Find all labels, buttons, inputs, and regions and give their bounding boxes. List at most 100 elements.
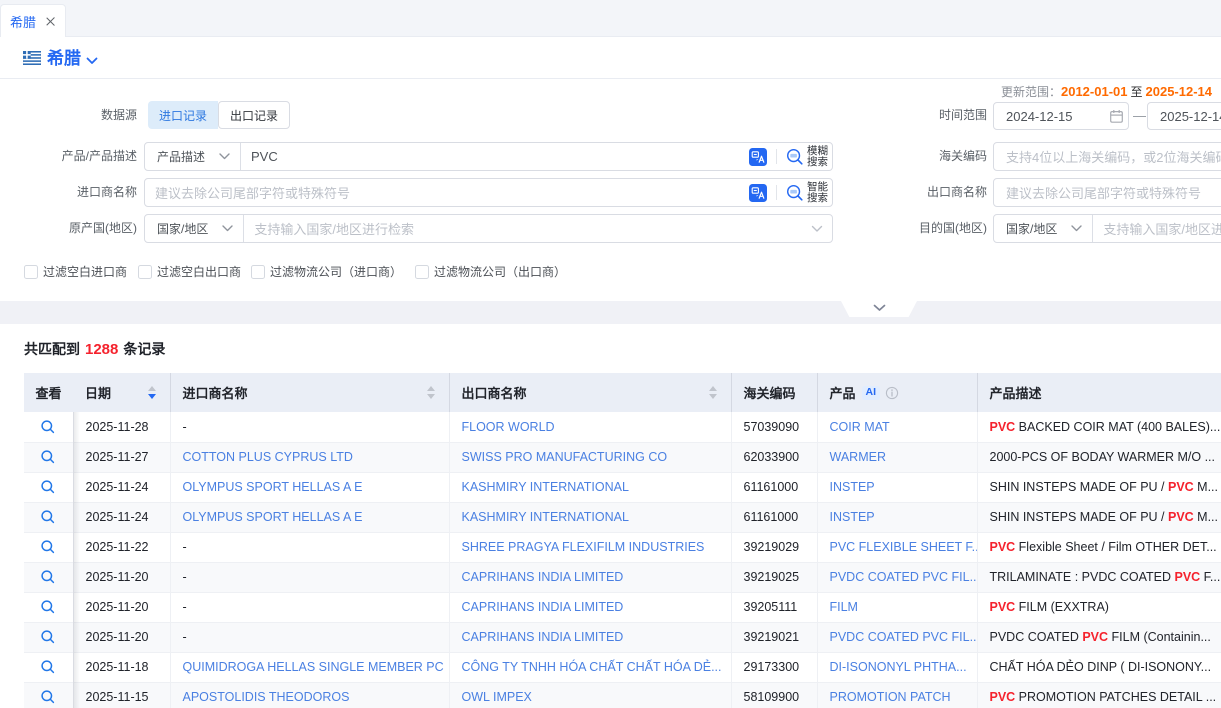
tab-close-icon[interactable]	[45, 16, 56, 27]
exporter-link[interactable]: KASHMIRY INTERNATIONAL	[462, 480, 629, 494]
view-record-icon[interactable]	[40, 449, 56, 465]
filter-checkbox-2[interactable]: 过滤物流公司（进口商）	[251, 264, 402, 280]
importer-cell: COTTON PLUS CYPRUS LTD	[170, 442, 449, 472]
origin-input[interactable]: 支持输入国家/地区进行检索	[244, 219, 811, 238]
column-header-2[interactable]: 进口商名称	[170, 373, 449, 412]
origin-label: 原产国(地区)	[0, 214, 137, 243]
view-record-icon[interactable]	[40, 509, 56, 525]
exporter-link[interactable]: CAPRIHANS INDIA LIMITED	[462, 630, 624, 644]
filter-checkbox-3[interactable]: 过滤物流公司（出口商）	[415, 264, 566, 280]
exporter-link[interactable]: SHREE PRAGYA FLEXIFILM INDUSTRIES	[462, 540, 705, 554]
origin-type-select[interactable]: 国家/地区	[145, 215, 244, 242]
exporter-link[interactable]: KASHMIRY INTERNATIONAL	[462, 510, 629, 524]
view-record-icon[interactable]	[40, 539, 56, 555]
view-record-icon[interactable]	[40, 569, 56, 585]
product-link[interactable]: PVDC COATED PVC FIL...	[830, 630, 978, 644]
importer-cell: -	[170, 532, 449, 562]
view-record-icon[interactable]	[40, 419, 56, 435]
importer-link[interactable]: OLYMPUS SPORT HELLAS A E	[183, 480, 363, 494]
translate-icon[interactable]	[749, 184, 767, 202]
product-cell: INSTEP	[817, 472, 977, 502]
product-input[interactable]: PVC	[241, 149, 749, 164]
product-link[interactable]: INSTEP	[830, 480, 875, 494]
importer-link[interactable]: QUIMIDROGA HELLAS SINGLE MEMBER PC	[183, 660, 444, 674]
description-cell: 2000-PCS OF BODAY WARMER M/O ...	[977, 442, 1221, 472]
exporter-link[interactable]: CÔNG TY TNHH HÓA CHẤT CHẤT HÓA DẺ...	[462, 660, 722, 674]
column-label: 日期	[85, 383, 111, 402]
description-cell: PVC PROMOTION PATCHES DETAIL ...	[977, 682, 1221, 708]
filter-checkbox-1[interactable]: 过滤空白出口商	[138, 264, 241, 280]
importer-link[interactable]: COTTON PLUS CYPRUS LTD	[183, 450, 353, 464]
view-record-icon[interactable]	[40, 659, 56, 675]
destination-label: 目的国(地区)	[840, 214, 987, 243]
data-source-toggle: 进口记录 出口记录	[148, 101, 290, 129]
importer-link[interactable]: OLYMPUS SPORT HELLAS A E	[183, 510, 363, 524]
description-segment: M...	[1194, 510, 1218, 524]
view-record-icon[interactable]	[40, 479, 56, 495]
checkbox-icon[interactable]	[24, 265, 38, 279]
destination-type-select[interactable]: 国家/地区	[994, 215, 1093, 242]
exporter-link[interactable]: OWL IMPEX	[462, 690, 532, 704]
country-title[interactable]: 希腊	[47, 49, 81, 69]
view-record-icon[interactable]	[40, 689, 56, 705]
exporter-link[interactable]: FLOOR WORLD	[462, 420, 555, 434]
description-segment: Flexible Sheet / Film OTHER DET...	[1015, 540, 1216, 554]
sort-caret-icon[interactable]	[148, 386, 156, 399]
info-icon[interactable]	[885, 386, 899, 400]
date-cell: 2025-11-15	[73, 682, 170, 708]
tab-greece[interactable]: 希腊	[0, 4, 66, 37]
column-header-3[interactable]: 出口商名称	[449, 373, 731, 412]
product-link[interactable]: PVDC COATED PVC FIL...	[830, 570, 978, 584]
filter-checkbox-0[interactable]: 过滤空白进口商	[24, 264, 127, 280]
checkbox-icon[interactable]	[415, 265, 429, 279]
importer-link[interactable]: APOSTOLIDIS THEODOROS	[183, 690, 350, 704]
checkbox-label: 过滤物流公司（进口商）	[270, 264, 402, 280]
view-cell	[24, 412, 73, 442]
hs-code-input[interactable]: 支持4位以上海关编码，或2位海关编码加	[993, 142, 1221, 171]
smart-search-button[interactable]: 智能搜索	[786, 182, 828, 203]
product-link[interactable]: DI-ISONONYL PHTHA...	[830, 660, 967, 674]
sort-caret-icon[interactable]	[427, 386, 435, 399]
product-link[interactable]: PVC FLEXIBLE SHEET F...	[830, 540, 978, 554]
sort-caret-icon[interactable]	[709, 386, 717, 399]
description-cell: PVC Flexible Sheet / Film OTHER DET...	[977, 532, 1221, 562]
checkbox-icon[interactable]	[251, 265, 265, 279]
table-row: 2025-11-20-CAPRIHANS INDIA LIMITED392190…	[24, 562, 1221, 592]
collapse-chevron-down-icon[interactable]	[873, 304, 886, 312]
destination-input[interactable]: 支持输入国家/地区进行检索	[1093, 219, 1221, 238]
product-link[interactable]: COIR MAT	[830, 420, 890, 434]
product-link[interactable]: PROMOTION PATCH	[830, 690, 951, 704]
data-source-import[interactable]: 进口记录	[148, 101, 218, 129]
date-from-input[interactable]: 2024-12-15	[993, 102, 1129, 130]
exporter-cell: CAPRIHANS INDIA LIMITED	[449, 592, 731, 622]
description-highlight: PVC	[1174, 570, 1200, 584]
exporter-link[interactable]: CAPRIHANS INDIA LIMITED	[462, 600, 624, 614]
exporter-link[interactable]: SWISS PRO MANUFACTURING CO	[462, 450, 668, 464]
product-cell: PROMOTION PATCH	[817, 682, 977, 708]
view-record-icon[interactable]	[40, 629, 56, 645]
importer-input[interactable]: 建议去除公司尾部字符或特殊符号 智能搜索	[144, 178, 833, 207]
product-cell: COIR MAT	[817, 412, 977, 442]
exporter-cell: KASHMIRY INTERNATIONAL	[449, 472, 731, 502]
product-link[interactable]: FILM	[830, 600, 858, 614]
destination-type-select-value: 国家/地区	[1006, 220, 1057, 237]
country-chevron-down-icon[interactable]	[86, 57, 98, 65]
date-cell: 2025-11-20	[73, 592, 170, 622]
exporter-input[interactable]: 建议去除公司尾部字符或特殊符号	[993, 178, 1221, 207]
product-type-select[interactable]: 产品描述	[145, 143, 241, 170]
fuzzy-search-button[interactable]: 模糊搜索	[786, 146, 828, 167]
translate-icon[interactable]	[749, 148, 767, 166]
column-header-1[interactable]: 日期	[73, 373, 170, 412]
view-record-icon[interactable]	[40, 599, 56, 615]
description-segment: PROMOTION PATCHES DETAIL ...	[1015, 690, 1216, 704]
checkbox-icon[interactable]	[138, 265, 152, 279]
product-link[interactable]: INSTEP	[830, 510, 875, 524]
product-cell: PVDC COATED PVC FIL...	[817, 562, 977, 592]
date-to-input[interactable]: 2025-12-14	[1147, 102, 1221, 130]
product-link[interactable]: WARMER	[830, 450, 886, 464]
description-highlight: PVC	[1168, 480, 1194, 494]
exporter-placeholder: 建议去除公司尾部字符或特殊符号	[994, 183, 1221, 202]
country-bar: 希腊	[0, 37, 1221, 79]
data-source-export[interactable]: 出口记录	[218, 101, 290, 129]
exporter-link[interactable]: CAPRIHANS INDIA LIMITED	[462, 570, 624, 584]
